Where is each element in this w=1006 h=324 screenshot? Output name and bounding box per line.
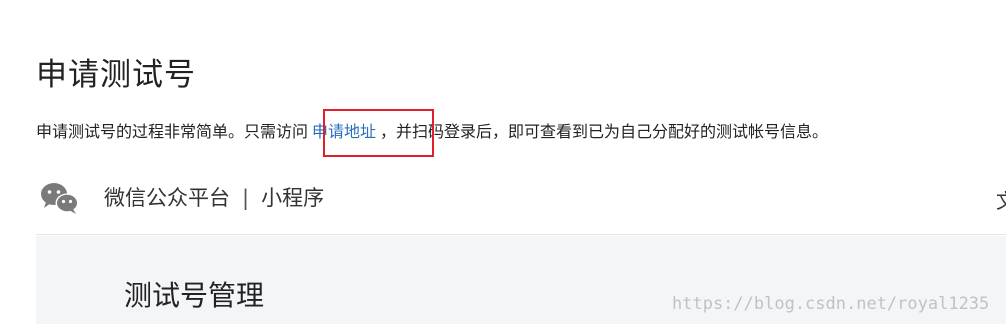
header-edge-text[interactable]: 文 xyxy=(996,186,1006,216)
watermark: https://blog.csdn.net/royal1235 xyxy=(672,294,990,314)
description-after: ，并扫码登录后，即可查看到已为自己分配好的测试帐号信息。 xyxy=(380,122,829,141)
wechat-logo-icon[interactable] xyxy=(40,181,80,221)
highlight-box xyxy=(323,109,434,157)
brand-separator: | xyxy=(242,186,250,210)
description-before: 申请测试号的过程非常简单。只需访问 xyxy=(36,122,309,141)
section-name: 小程序 xyxy=(261,186,325,210)
brand-header: 微信公众平台 | 小程序 xyxy=(36,172,1006,235)
panel-title: 测试号管理 xyxy=(124,279,265,312)
page-title: 申请测试号 xyxy=(36,57,196,93)
brand-title[interactable]: 微信公众平台 | 小程序 xyxy=(104,183,324,213)
platform-name: 微信公众平台 xyxy=(104,186,230,210)
